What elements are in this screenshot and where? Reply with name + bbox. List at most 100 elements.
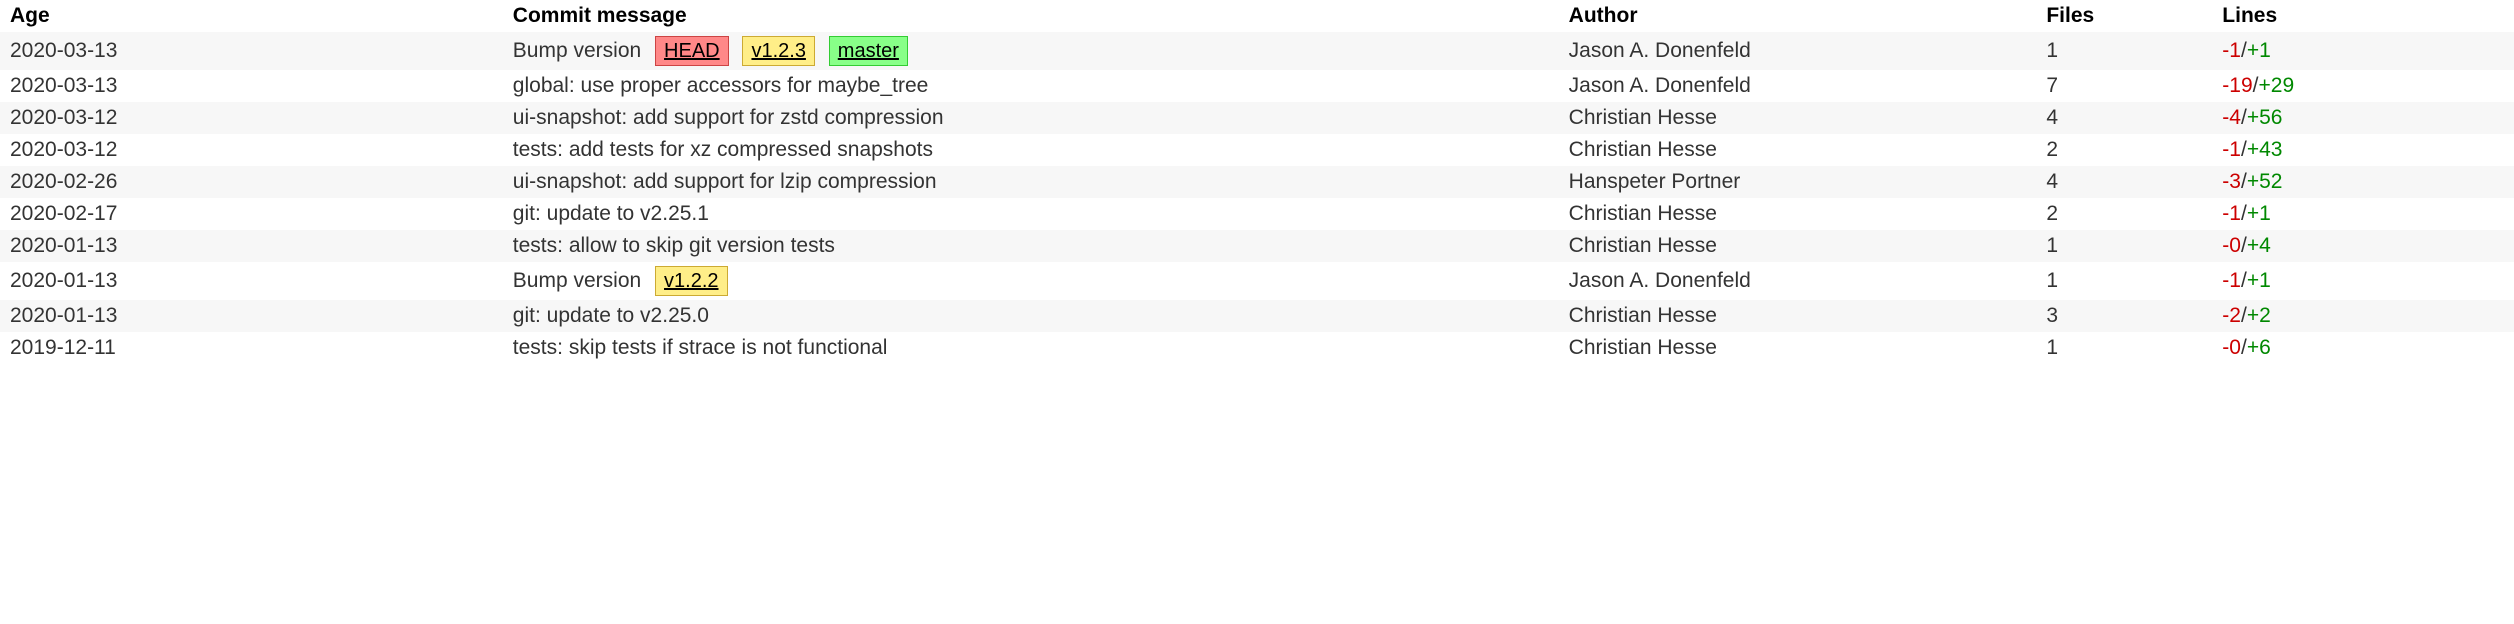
insertions: +1 — [2247, 202, 2271, 225]
table-row: 2020-02-26ui-snapshot: add support for l… — [0, 166, 2514, 198]
header-author[interactable]: Author — [1559, 0, 2037, 32]
commit-files: 4 — [2036, 102, 2212, 134]
commit-lines: -1/+1 — [2212, 262, 2514, 300]
commit-message-link[interactable]: ui-snapshot: add support for lzip compre… — [513, 170, 937, 193]
commit-author: Christian Hesse — [1559, 134, 2037, 166]
commit-message-cell: ui-snapshot: add support for lzip compre… — [503, 166, 1559, 198]
commit-age: 2020-01-13 — [0, 230, 503, 262]
commit-lines: -0/+4 — [2212, 230, 2514, 262]
commit-message-link[interactable]: Bump version — [513, 39, 641, 62]
commit-author: Christian Hesse — [1559, 300, 2037, 332]
commit-author: Jason A. Donenfeld — [1559, 262, 2037, 300]
commit-lines: -0/+6 — [2212, 332, 2514, 364]
commit-age: 2020-01-13 — [0, 300, 503, 332]
commit-message-link[interactable]: tests: add tests for xz compressed snaps… — [513, 138, 933, 161]
insertions: +6 — [2247, 336, 2271, 359]
table-row: 2020-03-12 ui-snapshot: add support for z… — [0, 102, 2514, 134]
deletions: -2 — [2222, 304, 2241, 327]
commit-age: 2020-03-12 — [0, 102, 503, 134]
commit-lines: -3/+52 — [2212, 166, 2514, 198]
deletions: -0 — [2222, 336, 2241, 359]
commit-lines: -1/+1 — [2212, 32, 2514, 70]
insertions: +43 — [2247, 138, 2283, 161]
commit-message-link[interactable]: tests: skip tests if strace is not funct… — [513, 336, 888, 359]
commit-message-link[interactable]: tests: allow to skip git version tests — [513, 234, 835, 257]
commit-author: Christian Hesse — [1559, 230, 2037, 262]
commit-message-cell: Bump version v1.2.2 — [503, 262, 1559, 300]
commit-files: 3 — [2036, 300, 2212, 332]
commit-files: 2 — [2036, 198, 2212, 230]
commit-author: Hanspeter Portner — [1559, 166, 2037, 198]
commit-message-cell: ui-snapshot: add support for zstd compre… — [503, 102, 1559, 134]
table-row: 2020-01-13Bump version v1.2.2Jason A. Do… — [0, 262, 2514, 300]
commit-files: 1 — [2036, 332, 2212, 364]
deletions: -1 — [2222, 138, 2241, 161]
deletions: -1 — [2222, 202, 2241, 225]
commit-age: 2020-02-17 — [0, 198, 503, 230]
commit-files: 2 — [2036, 134, 2212, 166]
insertions: +52 — [2247, 170, 2283, 193]
header-lines[interactable]: Lines — [2212, 0, 2514, 32]
commit-age: 2020-03-12 — [0, 134, 503, 166]
table-row: 2020-02-17 git: update to v2.25.1 Christia… — [0, 198, 2514, 230]
commit-lines: -4/+56 — [2212, 102, 2514, 134]
table-header-row: Age Commit message Author Files Lines — [0, 0, 2514, 32]
insertions: +56 — [2247, 106, 2283, 129]
commit-author: Christian Hesse — [1559, 102, 2037, 134]
table-row: 2019-12-11 tests: skip tests if strace is… — [0, 332, 2514, 364]
commit-age: 2020-03-13 — [0, 70, 503, 102]
header-age[interactable]: Age — [0, 0, 503, 32]
commit-message-cell: tests: skip tests if strace is not funct… — [503, 332, 1559, 364]
commit-lines: -1/+43 — [2212, 134, 2514, 166]
header-message[interactable]: Commit message — [503, 0, 1559, 32]
deletions: -0 — [2222, 234, 2241, 257]
commit-message-cell: tests: allow to skip git version tests — [503, 230, 1559, 262]
commit-author: Jason A. Donenfeld — [1559, 32, 2037, 70]
ref-branch[interactable]: master — [829, 36, 908, 66]
commit-message-cell: Bump version HEAD v1.2.3 master — [503, 32, 1559, 70]
table-row: 2020-01-13 git: update to v2.25.0 Christia… — [0, 300, 2514, 332]
commit-age: 2019-12-11 — [0, 332, 503, 364]
commit-lines: -19/+29 — [2212, 70, 2514, 102]
header-files[interactable]: Files — [2036, 0, 2212, 32]
commit-age: 2020-01-13 — [0, 262, 503, 300]
commit-author: Christian Hesse — [1559, 198, 2037, 230]
commit-log-table: Age Commit message Author Files Lines 20… — [0, 0, 2514, 364]
commit-files: 1 — [2036, 32, 2212, 70]
commit-author: Jason A. Donenfeld — [1559, 70, 2037, 102]
table-row: 2020-03-13 global: use proper accessors f… — [0, 70, 2514, 102]
insertions: +29 — [2259, 74, 2295, 97]
commit-message-cell: git: update to v2.25.1 — [503, 198, 1559, 230]
commit-author: Christian Hesse — [1559, 332, 2037, 364]
deletions: -1 — [2222, 269, 2241, 292]
deletions: -3 — [2222, 170, 2241, 193]
table-row: 2020-03-12 tests: add tests for xz compre… — [0, 134, 2514, 166]
commit-message-link[interactable]: global: use proper accessors for maybe_t… — [513, 74, 929, 97]
insertions: +1 — [2247, 39, 2271, 62]
insertions: +4 — [2247, 234, 2271, 257]
commit-message-link[interactable]: Bump version — [513, 269, 641, 292]
commit-lines: -1/+1 — [2212, 198, 2514, 230]
ref-tag[interactable]: v1.2.3 — [742, 36, 814, 66]
commit-message-link[interactable]: git: update to v2.25.1 — [513, 202, 709, 225]
commit-message-cell: git: update to v2.25.0 — [503, 300, 1559, 332]
commit-lines: -2/+2 — [2212, 300, 2514, 332]
commit-message-link[interactable]: git: update to v2.25.0 — [513, 304, 709, 327]
deletions: -4 — [2222, 106, 2241, 129]
deletions: -1 — [2222, 39, 2241, 62]
ref-head[interactable]: HEAD — [655, 36, 729, 66]
commit-message-link[interactable]: ui-snapshot: add support for zstd compre… — [513, 106, 944, 129]
commit-message-cell: global: use proper accessors for maybe_t… — [503, 70, 1559, 102]
deletions: -19 — [2222, 74, 2252, 97]
ref-tag[interactable]: v1.2.2 — [655, 266, 727, 296]
insertions: +1 — [2247, 269, 2271, 292]
commit-message-cell: tests: add tests for xz compressed snaps… — [503, 134, 1559, 166]
commit-files: 4 — [2036, 166, 2212, 198]
commit-files: 7 — [2036, 70, 2212, 102]
commit-age: 2020-03-13 — [0, 32, 503, 70]
table-row: 2020-01-13 tests: allow to skip git versi… — [0, 230, 2514, 262]
commit-files: 1 — [2036, 262, 2212, 300]
commit-files: 1 — [2036, 230, 2212, 262]
insertions: +2 — [2247, 304, 2271, 327]
table-row: 2020-03-13Bump version HEAD v1.2.3 maste… — [0, 32, 2514, 70]
